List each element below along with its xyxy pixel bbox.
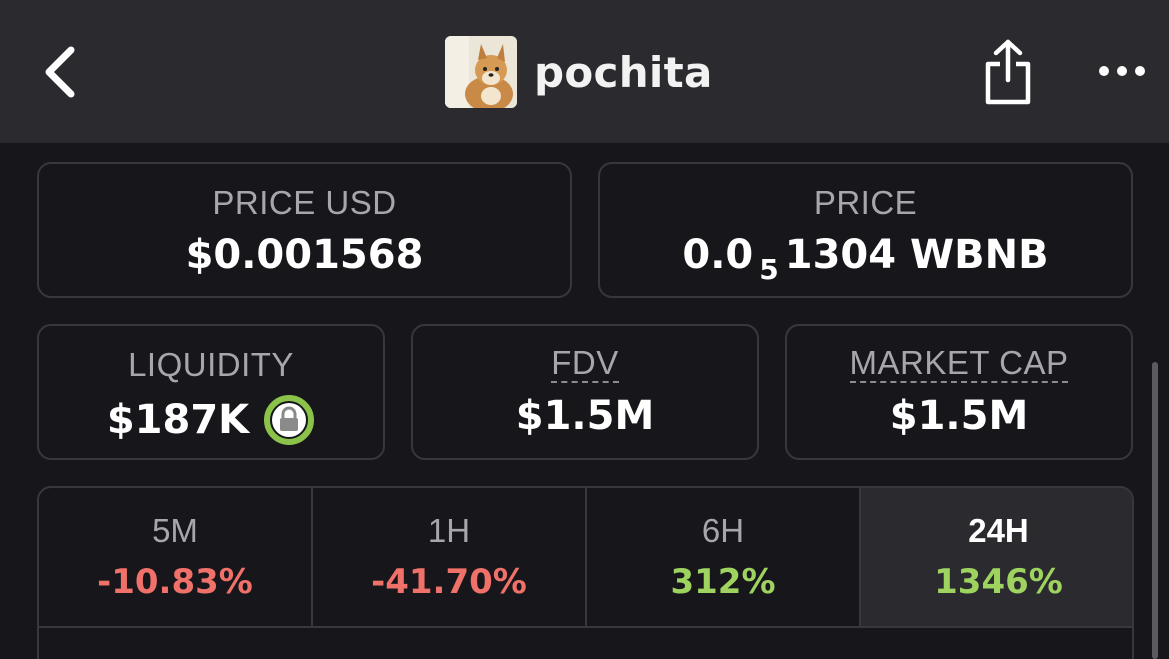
tabs-divider — [39, 626, 1132, 628]
shiba-dog-image — [445, 36, 517, 108]
price-value-prefix: 0.0 — [682, 232, 754, 278]
token-avatar — [445, 36, 517, 108]
liquidity-value-row: $187K — [107, 394, 315, 446]
fdv-label[interactable]: FDV — [551, 345, 619, 383]
price-value-zero-count: 5 — [759, 252, 779, 286]
liquidity-value: $187K — [106, 397, 250, 443]
price-usd-card: PRICE USD $0.001568 — [37, 162, 572, 298]
fdv-card: FDV $1.5M — [411, 324, 759, 460]
tab-1h-label: 1H — [427, 512, 471, 549]
more-horizontal-icon — [1099, 66, 1145, 76]
tab-5m-value: -10.83% — [97, 562, 253, 602]
back-button[interactable] — [38, 44, 82, 100]
liquidity-card: LIQUIDITY $187K — [37, 324, 385, 460]
price-label: PRICE — [813, 184, 918, 221]
tab-1h[interactable]: 1H -41.70% — [311, 488, 585, 626]
top-bar: pochita — [0, 0, 1169, 143]
tab-6h-label: 6H — [701, 512, 745, 549]
tab-5m[interactable]: 5M -10.83% — [39, 488, 311, 626]
token-screen: pochita PRICE USD $0.001568 PRICE 0.0 5 — [0, 0, 1169, 659]
share-button[interactable] — [978, 36, 1038, 108]
price-value-suffix: 1304 WBNB — [784, 232, 1049, 278]
lock-icon[interactable] — [263, 394, 315, 446]
tab-24h-value: 1346% — [934, 562, 1063, 602]
market-cap-card: MARKET CAP $1.5M — [785, 324, 1133, 460]
liquidity-label: LIQUIDITY — [128, 346, 294, 383]
share-icon — [985, 39, 1031, 105]
tab-24h-label: 24H — [968, 512, 1029, 549]
tab-6h-value: 312% — [670, 562, 776, 602]
token-title: pochita — [445, 36, 713, 108]
price-usd-label: PRICE USD — [212, 184, 397, 221]
more-button[interactable] — [1092, 54, 1152, 88]
chevron-left-icon — [45, 46, 75, 98]
price-change-tabs: 5M -10.83% 1H -41.70% 6H 312% 24H 1346% — [37, 486, 1134, 659]
tab-24h[interactable]: 24H 1346% — [859, 488, 1132, 626]
price-card: PRICE 0.0 5 1304 WBNB — [598, 162, 1133, 298]
scrollbar[interactable] — [1152, 362, 1158, 659]
price-usd-value: $0.001568 — [185, 232, 424, 278]
token-name: pochita — [534, 47, 713, 97]
tab-5m-label: 5M — [152, 512, 198, 549]
price-value: 0.0 5 1304 WBNB — [682, 232, 1049, 286]
fdv-value: $1.5M — [515, 392, 655, 439]
tab-1h-value: -41.70% — [371, 562, 527, 602]
market-cap-value: $1.5M — [889, 392, 1029, 439]
tab-6h[interactable]: 6H 312% — [585, 488, 859, 626]
market-cap-label[interactable]: MARKET CAP — [849, 345, 1069, 383]
